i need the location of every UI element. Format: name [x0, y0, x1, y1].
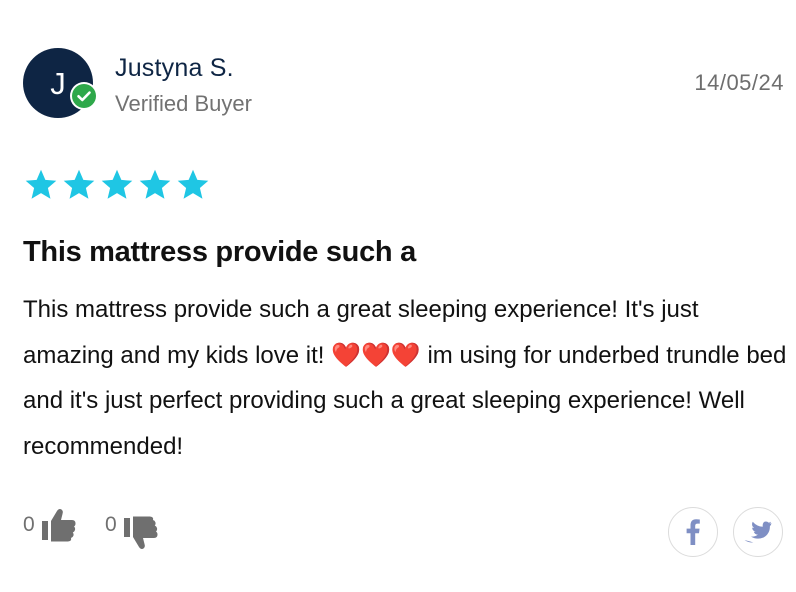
thumbs-up-icon: [41, 509, 76, 542]
heart-emoji-icons: ❤️❤️❤️: [331, 341, 421, 369]
share-twitter-button[interactable]: [733, 507, 783, 557]
vote-down-count: 0: [105, 513, 117, 536]
star-rating: [23, 167, 211, 203]
thumbs-down-icon: [123, 516, 158, 549]
star-icon: [63, 169, 95, 199]
vote-down-button[interactable]: 0: [105, 508, 159, 549]
review-card: J Justyna S. Verified Buyer 14/05/24 Thi…: [0, 0, 796, 592]
review-title: This mattress provide such a: [23, 236, 416, 268]
star-icon: [177, 169, 209, 199]
star-icon: [101, 169, 133, 199]
review-body: This mattress provide such a great sleep…: [23, 287, 793, 469]
facebook-icon: [686, 519, 700, 545]
reviewer-name: Justyna S.: [115, 54, 234, 82]
star-icon: [139, 169, 171, 199]
vote-up-count: 0: [23, 513, 35, 536]
verified-badge: [70, 82, 98, 110]
vote-up-button[interactable]: 0: [23, 508, 77, 542]
star-icon: [25, 169, 57, 199]
check-circle-icon: [72, 84, 96, 108]
review-date: 14/05/24: [694, 70, 784, 95]
twitter-icon: [744, 521, 772, 543]
avatar: J: [23, 48, 98, 118]
reviewer-status: Verified Buyer: [115, 91, 252, 116]
share-facebook-button[interactable]: [668, 507, 718, 557]
